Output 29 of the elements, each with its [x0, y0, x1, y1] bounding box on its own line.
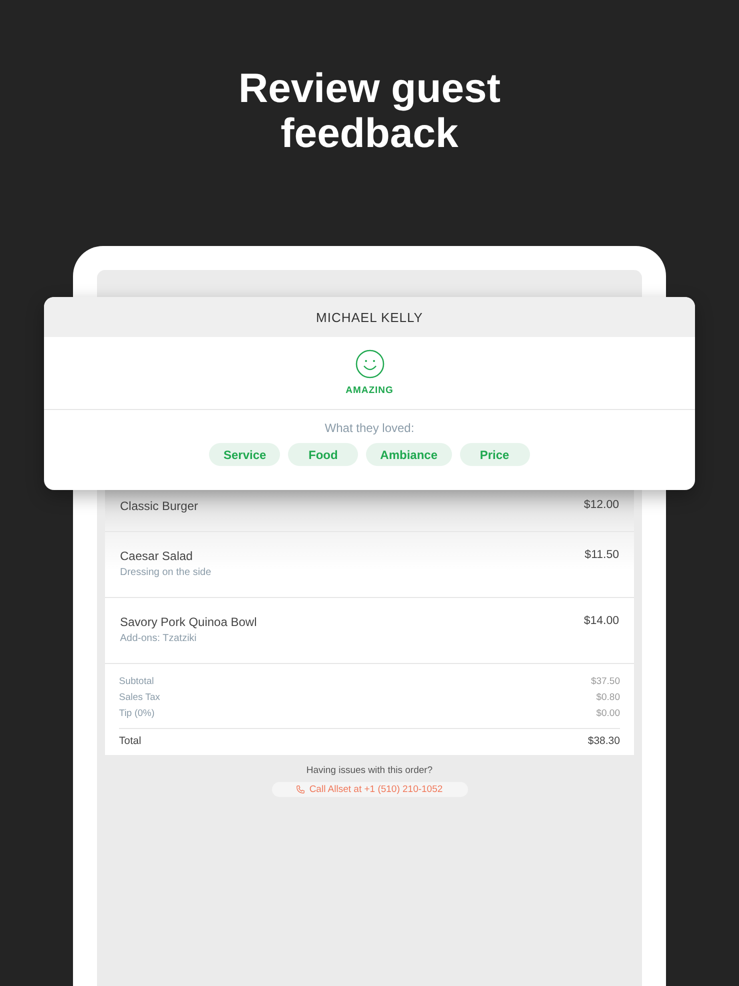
charge-label: Sales Tax [119, 691, 160, 705]
phone-icon [296, 785, 306, 794]
headline: Review guest [238, 66, 501, 111]
smiley-icon [354, 349, 384, 379]
item-price: $14.00 [584, 615, 619, 629]
help-question: Having issues with this order? [306, 765, 433, 776]
charge-value: $0.80 [596, 691, 620, 705]
charge-label: Subtotal [119, 675, 154, 689]
item-price: $12.00 [584, 499, 619, 513]
item-name: Caesar Salad [120, 549, 194, 563]
feedback-tag: Food [288, 443, 358, 466]
item-note: Add-ons: Tzatziki [120, 633, 198, 644]
headline: feedback [280, 111, 458, 156]
charge-value: $37.50 [590, 675, 620, 689]
guest-name: MICHAEL KELLY [316, 310, 423, 324]
total-value: $38.30 [588, 735, 620, 747]
rating-label: AMAZING [346, 385, 394, 396]
feedback-tag: Service [209, 443, 280, 466]
item-note: Dressing on the side [120, 567, 212, 578]
call-button[interactable]: Call Allset at +1 (510) 210-1052 [272, 782, 468, 797]
charge-label: Tip (0%) [119, 707, 155, 721]
item-name: Classic Burger [120, 499, 198, 513]
item-price: $11.50 [584, 549, 619, 563]
charge-value: $0.00 [596, 707, 620, 721]
feedback-tag: Ambiance [366, 443, 452, 466]
item-name: Savory Pork Quinoa Bowl [120, 615, 257, 629]
total-label: Total [119, 735, 142, 747]
feedback-tag: Price [460, 443, 530, 466]
loved-label: What they loved: [324, 421, 414, 435]
